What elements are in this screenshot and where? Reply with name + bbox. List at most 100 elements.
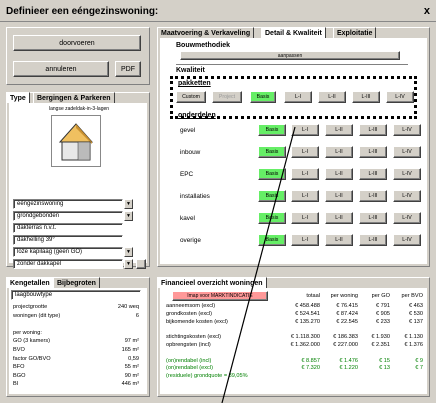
fin-row-value: € 8.857 <box>301 357 320 364</box>
fin-row-value: € 7 <box>415 365 423 372</box>
onderdeel-level-button[interactable]: L-III <box>359 234 387 246</box>
onderdeel-level-button[interactable]: L-I <box>291 146 319 158</box>
kengetal-value: 6 <box>135 312 139 319</box>
onderdeel-level-button[interactable]: L-III <box>359 168 387 180</box>
onderdeel-level-button[interactable]: Basis <box>258 124 286 136</box>
fin-row-label: (residuele) grondquote = 39,05% <box>166 373 248 380</box>
onderdeel-level-button[interactable]: L-I <box>291 234 319 246</box>
kengetal-value: 90 m² <box>124 372 139 379</box>
header-totaal: totaal <box>306 293 320 299</box>
onderdeel-label: installaties <box>180 193 210 200</box>
pdf-button[interactable]: PDF <box>115 61 141 77</box>
dakkapel-dropdown-icon[interactable]: ▼ <box>124 259 133 269</box>
onderdeel-level-button[interactable]: L-III <box>359 146 387 158</box>
fin-row-label: grondkosten (excl) <box>166 310 213 317</box>
annuleren-button[interactable]: annuleren <box>13 61 109 77</box>
onderdeel-level-button[interactable]: L-II <box>325 124 353 136</box>
action-panel: doorvoeren annuleren PDF <box>6 27 150 85</box>
woningtype-select[interactable]: eéngezinswoning <box>13 199 123 209</box>
onderdeel-level-button[interactable]: Basis <box>258 190 286 202</box>
onderdeel-level-button[interactable]: L-III <box>359 212 387 224</box>
kwaliteit-highlight-box <box>170 76 417 119</box>
onderdeel-level-button[interactable]: L-III <box>359 124 387 136</box>
fin-row-value: € 1.376 <box>404 342 423 348</box>
tab-kengetallen[interactable]: Kengetallen <box>6 277 54 288</box>
fin-row-value: € 233 <box>376 318 390 325</box>
tab-detail-kwaliteit[interactable]: Detail & Kwaliteit <box>261 27 326 38</box>
kwaliteit-label: Kwaliteit <box>176 67 205 74</box>
fin-row-value: € 524.541 <box>295 310 320 317</box>
kapilaag-dropdown-icon[interactable]: ▼ <box>124 247 133 257</box>
fin-row-value: € 530 <box>409 310 423 317</box>
tab-type[interactable]: Type <box>6 92 30 103</box>
onderdeel-level-button[interactable]: L-II <box>325 234 353 246</box>
woningtype-dropdown-icon[interactable]: ▼ <box>124 199 133 209</box>
onderdeel-level-button[interactable]: L-I <box>291 190 319 202</box>
doorvoeren-button[interactable]: doorvoeren <box>13 35 141 51</box>
fin-row-value: € 9 <box>415 357 423 364</box>
close-icon[interactable]: x <box>424 5 430 17</box>
tab-maatvoering[interactable]: Maatvoering & Verkaveling <box>157 27 255 38</box>
onderdeel-level-button[interactable]: L-II <box>325 212 353 224</box>
title-bar: Definieer een eéngezinswoning: x <box>0 0 436 22</box>
dakkapel-select[interactable]: zonder dakkapel <box>13 259 123 269</box>
fin-row-value: € 186.383 <box>333 334 358 341</box>
onderdeel-level-button[interactable]: L-IV <box>393 146 421 158</box>
aanpassen-button[interactable]: aanpassen <box>180 51 400 60</box>
laagbouwtype-field[interactable]: laagbouwtype <box>11 290 141 300</box>
imap-marktindicatie-button[interactable]: Imap voor MARKTINDICATIE <box>172 291 268 301</box>
onderdeel-level-button[interactable]: L-IV <box>393 190 421 202</box>
kapilaag-select[interactable]: loze kapilaag (geen GO) <box>13 247 123 257</box>
onderdeel-level-button[interactable]: Basis <box>258 234 286 246</box>
fin-row-label: opbrengsten (incl) <box>166 342 211 348</box>
grondgebonden-dropdown-icon[interactable]: ▼ <box>124 211 133 221</box>
tab-financieel[interactable]: Financieel overzicht woningen <box>157 277 267 288</box>
kengetal-label: factor GO/BVO <box>13 355 51 362</box>
onderdeel-level-button[interactable]: L-III <box>359 190 387 202</box>
bouwmethodiek-label: Bouwmethodiek <box>176 42 231 49</box>
type-panel: Type Bergingen & Parkeren langse zadelda… <box>6 92 150 269</box>
tab-bergingen-parkeren[interactable]: Bergingen & Parkeren <box>33 92 115 103</box>
onderdeel-level-button[interactable]: L-II <box>325 190 353 202</box>
onderdeel-level-button[interactable]: Basis <box>258 212 286 224</box>
fin-row-value: € 87.424 <box>336 310 358 317</box>
header-per-woning: per woning <box>330 293 358 299</box>
onderdeel-level-button[interactable]: L-IV <box>393 124 421 136</box>
onderdeel-level-button[interactable]: L-I <box>291 168 319 180</box>
fin-row-value: € 1.130 <box>404 334 423 341</box>
onderdeel-label: inbouw <box>180 149 201 156</box>
fin-row-value: € 13 <box>379 365 390 372</box>
onderdeel-level-button[interactable]: L-II <box>325 168 353 180</box>
dakterras-field[interactable]: dakterras n.v.t. <box>13 223 123 233</box>
onderdeel-label: EPC <box>180 171 194 178</box>
fin-row-value: € 76.415 <box>336 303 358 309</box>
kengetal-value: 165 m² <box>121 347 139 353</box>
onderdeel-level-button[interactable]: L-II <box>325 146 353 158</box>
onderdeel-level-button[interactable]: Basis <box>258 146 286 158</box>
financieel-content: Imap voor MARKTINDICATIE totaal per woni… <box>160 288 427 394</box>
window-title: Definieer een eéngezinswoning: <box>6 6 159 17</box>
onderdeel-level-button[interactable]: L-IV <box>393 168 421 180</box>
kengetal-label: GO (3 kamers) <box>13 338 50 345</box>
kengetal-label: BVO <box>13 347 25 353</box>
tab-bijbegroten[interactable]: Bijbegroten <box>53 277 100 288</box>
onderdeel-level-button[interactable]: L-I <box>291 124 319 136</box>
tab-exploitatie[interactable]: Exploitatie <box>333 27 377 38</box>
fin-row-label: (on)rendabel (excl) <box>166 365 213 372</box>
onderdeel-level-button[interactable]: L-I <box>291 212 319 224</box>
grondgebonden-select[interactable]: grondgebonden <box>13 211 123 221</box>
onderdeel-level-button[interactable]: Basis <box>258 168 286 180</box>
kengetal-label: BGO <box>13 372 26 379</box>
detail-content: Bouwmethodiek aanpassen Kwaliteit pakket… <box>160 38 427 264</box>
onderdeel-level-button[interactable]: L-IV <box>393 212 421 224</box>
fin-row-value: € 137 <box>409 318 423 325</box>
kengetal-label: projectgrootte <box>13 304 48 310</box>
fin-row-value: € 791 <box>376 303 390 309</box>
fin-row-label: aanneemsom (excl) <box>166 303 216 309</box>
onderdeel-level-button[interactable]: L-IV <box>393 234 421 246</box>
dakhelling-field[interactable]: dakhelling 39° <box>13 235 123 245</box>
dakkapel-extra-button[interactable] <box>136 259 146 269</box>
kengetal-label: BFO <box>13 364 25 371</box>
house-icon <box>51 115 101 167</box>
fin-row-value: € 463 <box>409 303 423 309</box>
